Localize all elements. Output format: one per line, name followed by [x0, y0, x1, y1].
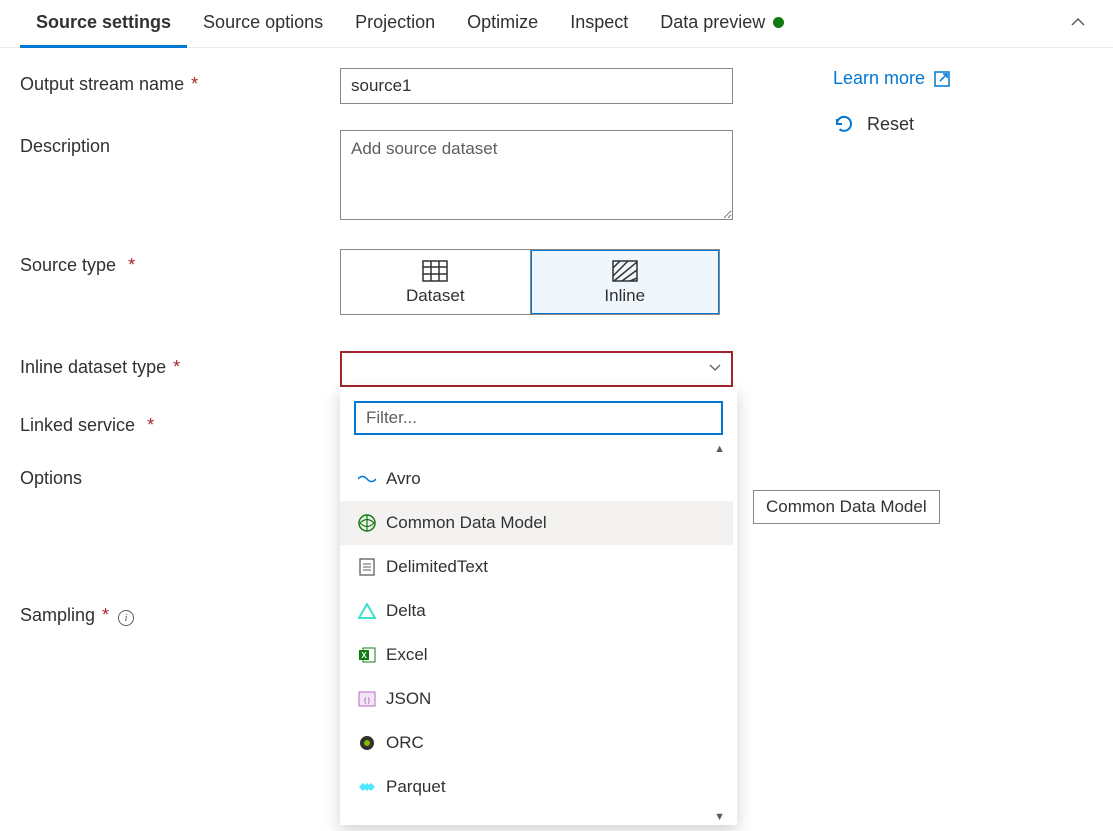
tab-label: Projection	[355, 12, 435, 33]
reset-icon	[833, 113, 855, 135]
option-label: DelimitedText	[386, 557, 488, 577]
svg-text:X: X	[361, 651, 367, 660]
option-common-data-model[interactable]: Common Data Model	[340, 501, 733, 545]
description-label: Description	[20, 130, 340, 157]
option-parquet[interactable]: Parquet	[340, 765, 733, 809]
toggle-label: Dataset	[406, 286, 465, 306]
tab-label: Source options	[203, 12, 323, 33]
dropdown-filter-input[interactable]	[354, 401, 723, 435]
json-icon: { }	[358, 690, 376, 708]
scroll-down-icon[interactable]: ▼	[340, 809, 737, 825]
collapse-toggle[interactable]	[1063, 3, 1093, 44]
option-label: Delta	[386, 601, 426, 621]
orc-icon	[358, 734, 376, 752]
source-type-toggle: Dataset Inline	[340, 249, 720, 315]
svg-text:{ }: { }	[364, 698, 370, 704]
option-label: ORC	[386, 733, 424, 753]
option-delimitedtext[interactable]: DelimitedText	[340, 545, 733, 589]
status-dot-icon	[773, 17, 784, 28]
learn-more-link[interactable]: Learn more	[833, 68, 1093, 89]
cdm-icon	[358, 514, 376, 532]
dropdown-panel: ▲ Avro Common Data Model	[340, 387, 737, 825]
option-avro[interactable]: Avro	[340, 457, 733, 501]
parquet-icon	[358, 778, 376, 796]
table-icon	[422, 260, 448, 282]
options-label: Options	[20, 462, 340, 489]
row-inline-dataset-type: Inline dataset type * ▲ Avro	[20, 351, 783, 387]
tooltip: Common Data Model	[753, 490, 940, 524]
option-label: Parquet	[386, 777, 446, 797]
option-label: Common Data Model	[386, 513, 547, 533]
reset-label: Reset	[867, 114, 914, 135]
row-output-stream-name: Output stream name *	[20, 68, 783, 104]
chevron-up-icon	[1071, 15, 1085, 29]
toggle-inline[interactable]: Inline	[531, 250, 720, 314]
source-type-label: Source type *	[20, 249, 340, 276]
option-label: Avro	[386, 469, 421, 489]
option-json[interactable]: { } JSON	[340, 677, 733, 721]
option-delta[interactable]: Delta	[340, 589, 733, 633]
option-excel[interactable]: X Excel	[340, 633, 733, 677]
tab-data-preview[interactable]: Data preview	[644, 0, 800, 47]
link-text: Learn more	[833, 68, 925, 89]
tab-optimize[interactable]: Optimize	[451, 0, 554, 47]
option-label: JSON	[386, 689, 431, 709]
toggle-label: Inline	[604, 286, 645, 306]
tab-source-options[interactable]: Source options	[187, 0, 339, 47]
output-stream-name-label: Output stream name *	[20, 68, 340, 95]
reset-button[interactable]: Reset	[833, 113, 1093, 135]
option-orc[interactable]: ORC	[340, 721, 733, 765]
linked-service-label: Linked service *	[20, 409, 340, 436]
row-description: Description	[20, 130, 783, 223]
info-icon[interactable]: i	[118, 610, 134, 626]
excel-icon: X	[358, 646, 376, 664]
form-body: Output stream name * Description Source …	[0, 48, 1113, 676]
avro-icon	[358, 470, 376, 488]
dropdown-list[interactable]: Avro Common Data Model DelimitedText	[340, 457, 737, 809]
tab-projection[interactable]: Projection	[339, 0, 451, 47]
tab-label: Inspect	[570, 12, 628, 33]
tab-label: Source settings	[36, 12, 171, 33]
scroll-up-icon[interactable]: ▲	[340, 441, 737, 457]
description-input[interactable]	[340, 130, 733, 220]
output-stream-name-input[interactable]	[340, 68, 733, 104]
hatch-icon	[612, 260, 638, 282]
row-source-type: Source type * Dataset Inline	[20, 249, 783, 315]
external-link-icon	[933, 70, 951, 88]
tab-inspect[interactable]: Inspect	[554, 0, 644, 47]
option-label: Excel	[386, 645, 428, 665]
tab-source-settings[interactable]: Source settings	[20, 0, 187, 47]
tab-strip: Source settings Source options Projectio…	[0, 0, 1113, 48]
inline-dataset-type-dropdown[interactable]: ▲ Avro Common Data Model	[340, 351, 733, 387]
delta-icon	[358, 602, 376, 620]
chevron-down-icon	[709, 361, 721, 377]
toggle-dataset[interactable]: Dataset	[341, 250, 531, 314]
inline-dataset-type-label: Inline dataset type *	[20, 351, 340, 378]
sampling-label: Sampling * i	[20, 599, 340, 626]
delimited-icon	[358, 558, 376, 576]
tab-label: Optimize	[467, 12, 538, 33]
tab-label: Data preview	[660, 12, 765, 33]
